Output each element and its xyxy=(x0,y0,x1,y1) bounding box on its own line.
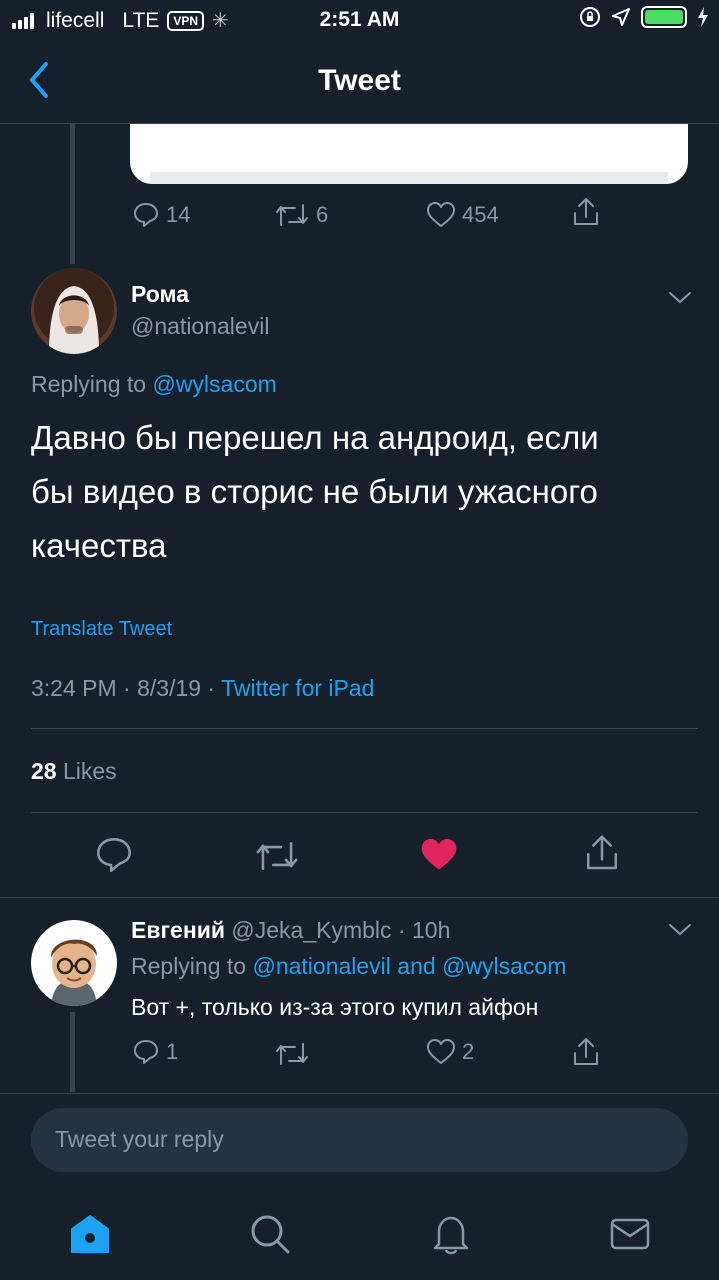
reply-tweet-actions: 1 2 xyxy=(132,1036,612,1070)
tweet-timestamp: 3:24 PM · 8/3/19 · xyxy=(31,675,222,701)
replying-to-label: Replying to xyxy=(31,371,147,397)
heart-filled-icon[interactable] xyxy=(419,836,459,874)
reply-header: Евгений @Jeka_Kymblc · 10h xyxy=(131,917,450,944)
reply-author-avatar[interactable] xyxy=(31,920,117,1006)
translate-tweet-link[interactable]: Translate Tweet xyxy=(31,618,172,641)
tweet-text-line: качества xyxy=(31,527,167,564)
orientation-lock-icon xyxy=(580,7,600,27)
divider xyxy=(31,728,698,729)
replying-to-handles[interactable]: @nationalevil and @wylsacom xyxy=(252,953,566,979)
replying-to-handle[interactable]: @wylsacom xyxy=(152,371,276,397)
messages-envelope-icon[interactable] xyxy=(608,1212,652,1256)
notifications-bell-icon[interactable] xyxy=(429,1212,473,1256)
divider xyxy=(0,897,719,898)
reply-placeholder: Tweet your reply xyxy=(55,1126,224,1152)
author-handle[interactable]: @nationalevil xyxy=(131,313,269,340)
tweet-meta: 3:24 PM · 8/3/19 · Twitter for iPad xyxy=(31,675,374,702)
chevron-down-icon[interactable] xyxy=(667,290,693,306)
author-avatar[interactable] xyxy=(31,268,117,354)
status-icons xyxy=(579,6,709,28)
link-card[interactable] xyxy=(130,124,688,184)
reply-count: 1 xyxy=(166,1039,179,1064)
tweet-text-line: Давно бы перешел на андроид, если xyxy=(31,419,599,456)
reply-author-name[interactable]: Евгений xyxy=(131,917,225,943)
divider xyxy=(0,1093,719,1094)
likes-summary[interactable]: 28 Likes xyxy=(31,758,117,785)
location-icon xyxy=(612,8,630,26)
thread-line-top xyxy=(70,124,75,264)
reply-icon xyxy=(134,1040,158,1064)
retweet-count: 6 xyxy=(316,202,329,227)
reply-composer[interactable]: Tweet your reply xyxy=(31,1108,688,1172)
tweet-source-link[interactable]: Twitter for iPad xyxy=(221,675,374,701)
retweet-button[interactable]: 6 xyxy=(274,201,328,229)
heart-icon xyxy=(427,202,455,227)
reply-icon xyxy=(134,203,158,227)
like-button[interactable]: 2 xyxy=(426,1038,474,1066)
nav-bar: Tweet xyxy=(0,40,719,124)
retweet-icon xyxy=(276,204,308,226)
heart-icon xyxy=(427,1039,455,1064)
reply-button[interactable]: 14 xyxy=(132,201,190,229)
search-icon[interactable] xyxy=(248,1212,292,1256)
chevron-down-icon[interactable] xyxy=(667,922,693,938)
home-icon[interactable] xyxy=(68,1212,112,1256)
tweet-text: Давно бы перешел на андроид, если бы вид… xyxy=(31,411,691,573)
reply-button[interactable]: 1 xyxy=(132,1038,178,1066)
like-button[interactable]: 454 xyxy=(426,201,499,229)
charging-icon xyxy=(698,7,708,27)
retweet-icon[interactable] xyxy=(274,1040,310,1068)
thread-line-bottom xyxy=(70,1012,75,1092)
tweet-text-line: бы видео в сторис не были ужасного xyxy=(31,473,598,510)
retweet-icon[interactable] xyxy=(254,838,300,874)
like-count: 2 xyxy=(462,1039,475,1064)
likes-count: 28 xyxy=(31,758,57,784)
share-icon[interactable] xyxy=(570,196,602,228)
reply-replying-to: Replying to @nationalevil and @wylsacom xyxy=(131,953,566,980)
reply-count: 14 xyxy=(166,202,191,227)
replying-to-label: Replying to xyxy=(131,953,247,979)
tab-bar xyxy=(0,1180,719,1280)
reply-time: · 10h xyxy=(397,917,451,943)
likes-label: Likes xyxy=(62,758,117,784)
reply-icon[interactable] xyxy=(94,835,134,875)
battery-icon xyxy=(641,6,687,28)
share-icon[interactable] xyxy=(582,833,622,873)
author-name[interactable]: Рома xyxy=(131,281,189,308)
status-bar: lifecell LTE VPN ✳ 2:51 AM xyxy=(0,0,719,40)
like-count: 454 xyxy=(462,202,499,227)
replying-to: Replying to @wylsacom xyxy=(31,371,277,398)
previous-tweet-actions: 14 6 454 xyxy=(132,198,612,232)
share-icon[interactable] xyxy=(570,1036,602,1068)
page-title: Tweet xyxy=(318,64,401,97)
tweet-action-bar xyxy=(0,813,719,897)
reply-author-handle[interactable]: @Jeka_Kymblc xyxy=(231,917,391,943)
reply-text: Вот +, только из-за этого купил айфон xyxy=(131,994,539,1020)
